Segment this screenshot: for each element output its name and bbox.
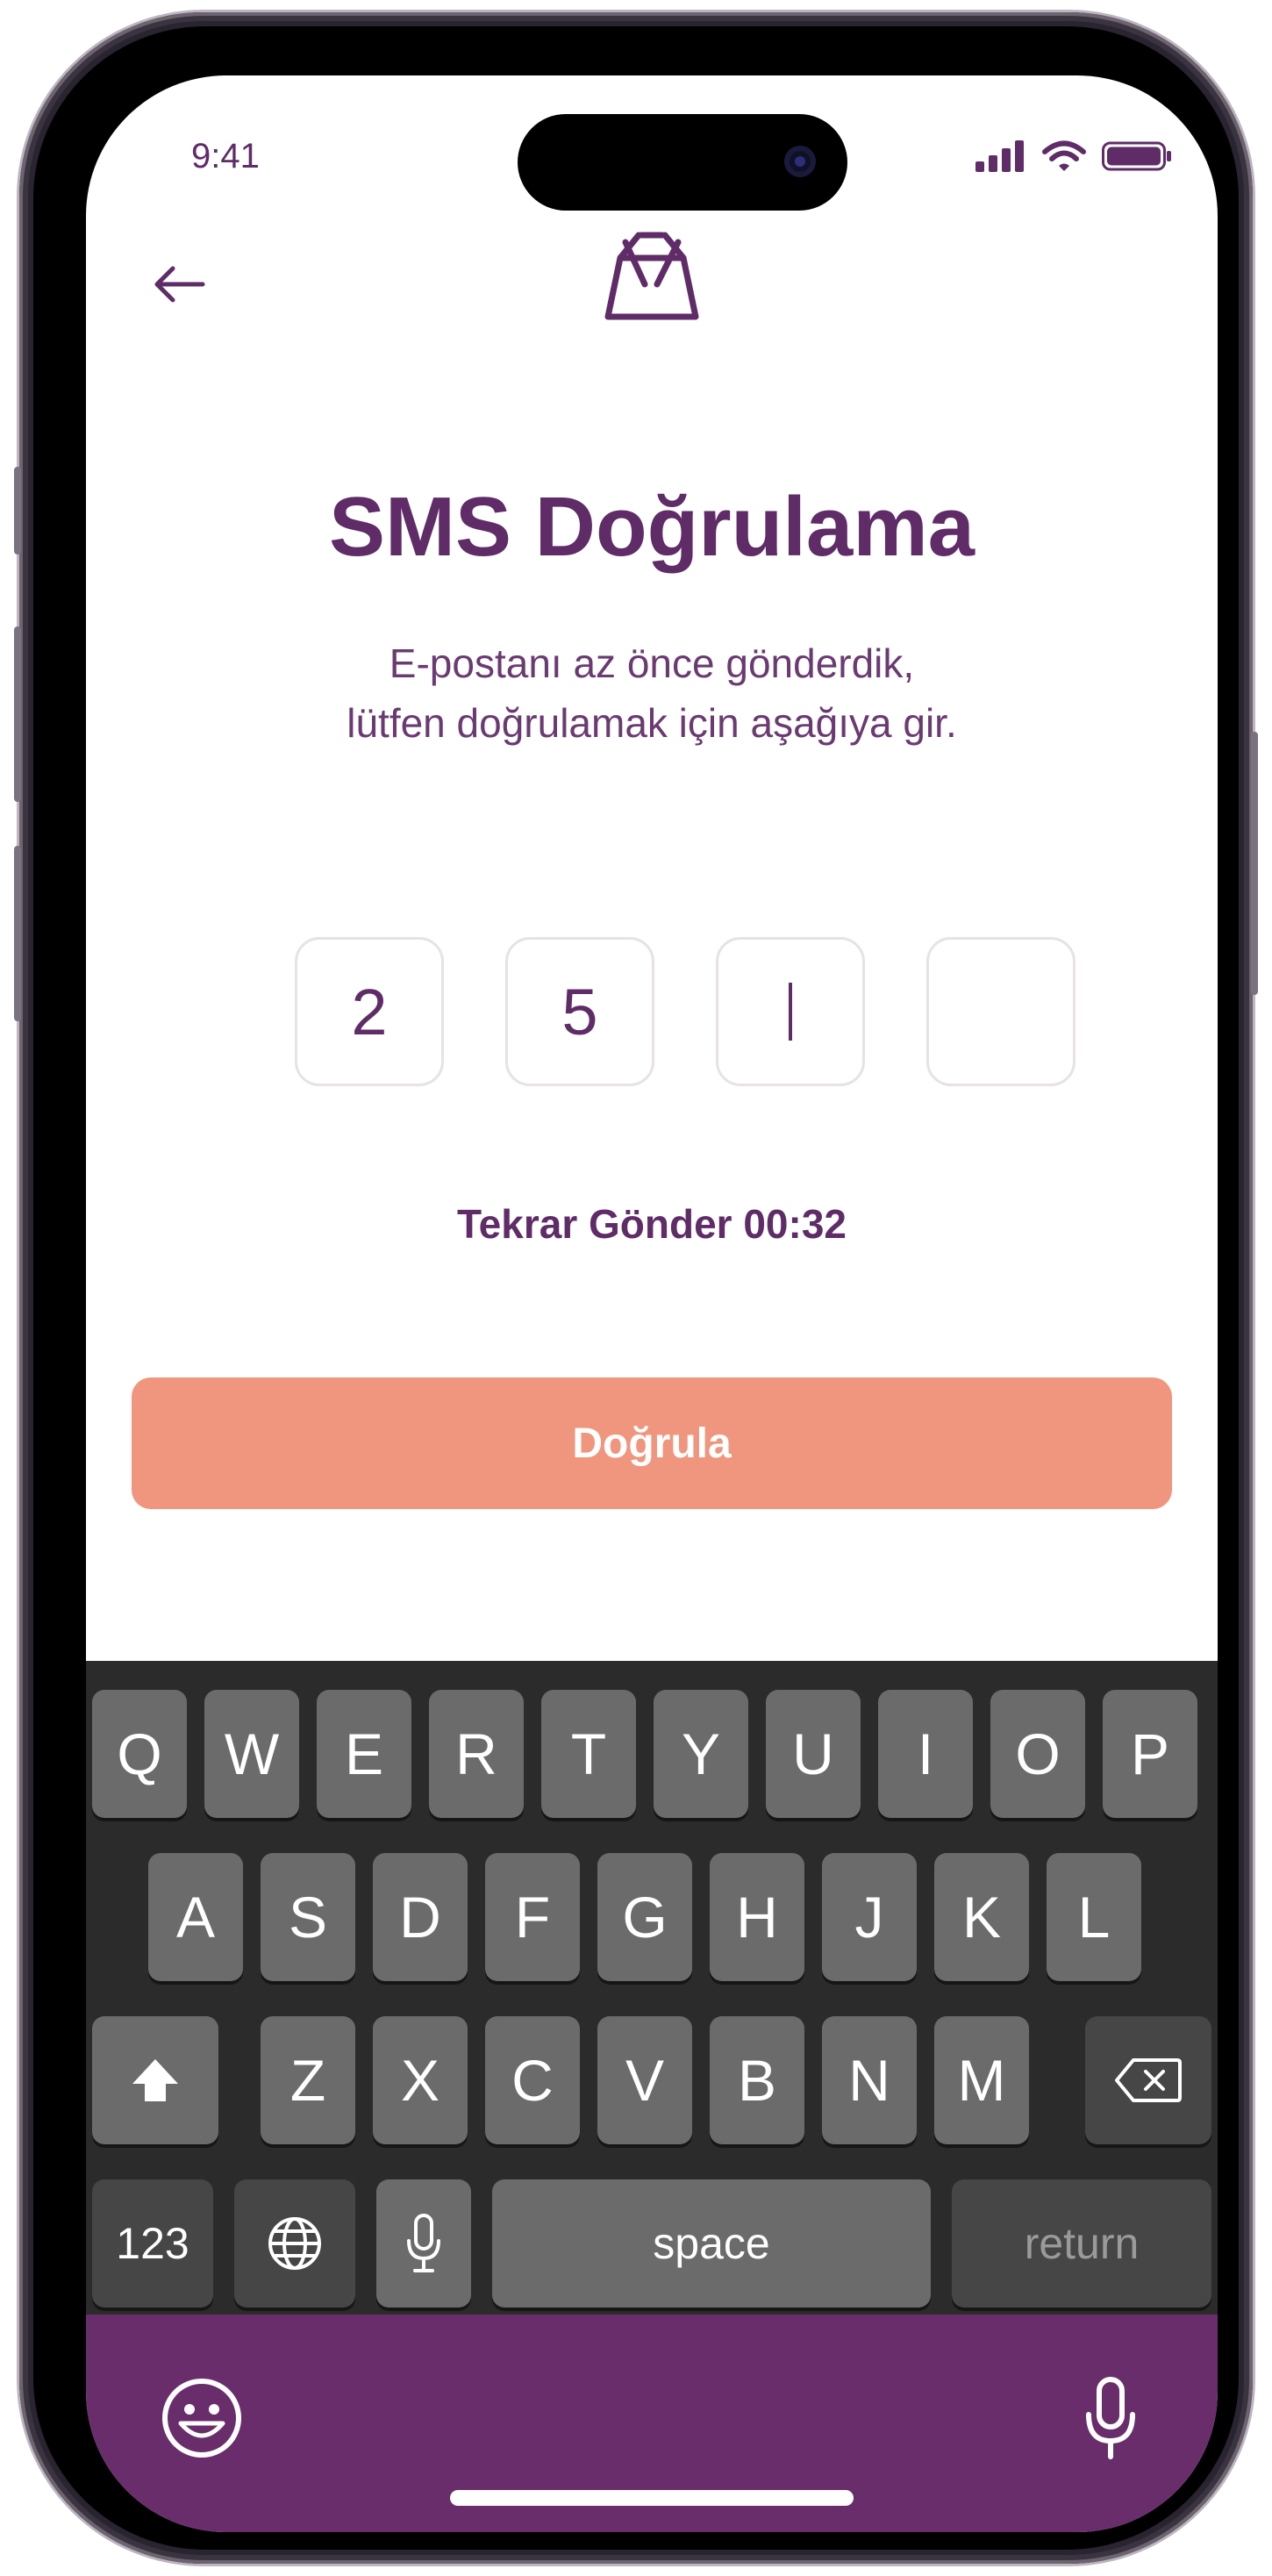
otp-digit-3[interactable] xyxy=(716,937,865,1086)
screen: 9:41 SMS Doğrulama E-postanı az önce gön… xyxy=(86,75,1218,2532)
keyboard: Q W E R T Y U I O P A S D F G H J K L Z … xyxy=(86,1661,1218,2315)
subtitle-line-1: E-postanı az önce gönderdik, xyxy=(389,640,915,686)
page-title: SMS Doğrulama xyxy=(328,480,975,574)
microphone-icon[interactable] xyxy=(1084,2376,1137,2460)
battery-icon xyxy=(1102,141,1171,171)
keyboard-row-4: 123 space return xyxy=(86,2179,1218,2308)
otp-digit-2[interactable]: 5 xyxy=(505,937,654,1086)
microphone-icon xyxy=(407,2214,440,2272)
dynamic-island xyxy=(518,114,847,211)
key-n[interactable]: N xyxy=(822,2016,917,2144)
key-g[interactable]: G xyxy=(597,1853,692,1981)
otp-digit-1[interactable]: 2 xyxy=(295,937,444,1086)
backspace-icon xyxy=(1115,2058,1182,2102)
key-j[interactable]: J xyxy=(822,1853,917,1981)
page-subtitle: E-postanı az önce gönderdik, lütfen doğr… xyxy=(86,633,1218,753)
shift-icon xyxy=(132,2059,178,2101)
key-e[interactable]: E xyxy=(317,1690,411,1818)
space-key[interactable]: space xyxy=(492,2179,931,2308)
back-button[interactable] xyxy=(142,247,216,321)
key-l[interactable]: L xyxy=(1047,1853,1141,1981)
emoji-icon[interactable] xyxy=(160,2376,244,2460)
text-cursor xyxy=(789,983,792,1041)
key-h[interactable]: H xyxy=(710,1853,804,1981)
key-d[interactable]: D xyxy=(373,1853,468,1981)
otp-digit-4[interactable] xyxy=(926,937,1075,1086)
status-icons xyxy=(975,140,1172,172)
key-u[interactable]: U xyxy=(766,1690,861,1818)
globe-key[interactable] xyxy=(234,2179,355,2308)
mute-switch xyxy=(14,467,21,555)
key-t[interactable]: T xyxy=(541,1690,636,1818)
verify-button[interactable]: Doğrula xyxy=(132,1377,1172,1509)
key-z[interactable]: Z xyxy=(261,2016,355,2144)
key-c[interactable]: C xyxy=(485,2016,580,2144)
key-w[interactable]: W xyxy=(204,1690,299,1818)
phone-frame: 9:41 SMS Doğrulama E-postanı az önce gön… xyxy=(14,12,1258,2564)
volume-down-button xyxy=(14,846,21,1021)
key-o[interactable]: O xyxy=(990,1690,1085,1818)
keyboard-row-1: Q W E R T Y U I O P xyxy=(86,1690,1218,1818)
shopping-bag-logo-icon xyxy=(604,232,699,320)
return-key[interactable]: return xyxy=(952,2179,1211,2308)
subtitle-line-2: lütfen doğrulamak için aşağıya gir. xyxy=(347,700,957,746)
arrow-left-icon xyxy=(154,266,205,303)
camera-icon xyxy=(784,146,816,177)
delete-key[interactable] xyxy=(1085,2016,1211,2144)
wifi-icon xyxy=(1042,140,1086,171)
key-r[interactable]: R xyxy=(429,1690,524,1818)
key-x[interactable]: X xyxy=(373,2016,468,2144)
volume-up-button xyxy=(14,626,21,802)
key-q[interactable]: Q xyxy=(92,1690,187,1818)
key-s[interactable]: S xyxy=(261,1853,355,1981)
bezel: 9:41 SMS Doğrulama E-postanı az önce gön… xyxy=(33,26,1239,2550)
key-b[interactable]: B xyxy=(710,2016,804,2144)
shift-key[interactable] xyxy=(92,2016,218,2144)
dictation-key[interactable] xyxy=(376,2179,471,2308)
keyboard-row-3: Z X C V B N M xyxy=(86,2016,1218,2144)
key-k[interactable]: K xyxy=(934,1853,1029,1981)
numbers-key[interactable]: 123 xyxy=(92,2179,213,2308)
key-v[interactable]: V xyxy=(597,2016,692,2144)
power-button xyxy=(1251,732,1258,995)
status-time: 9:41 xyxy=(191,137,260,175)
otp-input-group: 2 5 xyxy=(295,937,1075,1086)
key-i[interactable]: I xyxy=(878,1690,973,1818)
home-indicator[interactable] xyxy=(450,2490,854,2506)
globe-icon xyxy=(268,2217,321,2270)
key-a[interactable]: A xyxy=(148,1853,243,1981)
key-y[interactable]: Y xyxy=(654,1690,748,1818)
signal-icon xyxy=(975,140,1024,172)
resend-link[interactable]: Tekrar Gönder 00:32 xyxy=(86,1200,1218,1248)
key-f[interactable]: F xyxy=(485,1853,580,1981)
keyboard-row-2: A S D F G H J K L xyxy=(86,1853,1218,1981)
key-m[interactable]: M xyxy=(934,2016,1029,2144)
bottom-bar xyxy=(86,2315,1218,2532)
key-p[interactable]: P xyxy=(1103,1690,1197,1818)
